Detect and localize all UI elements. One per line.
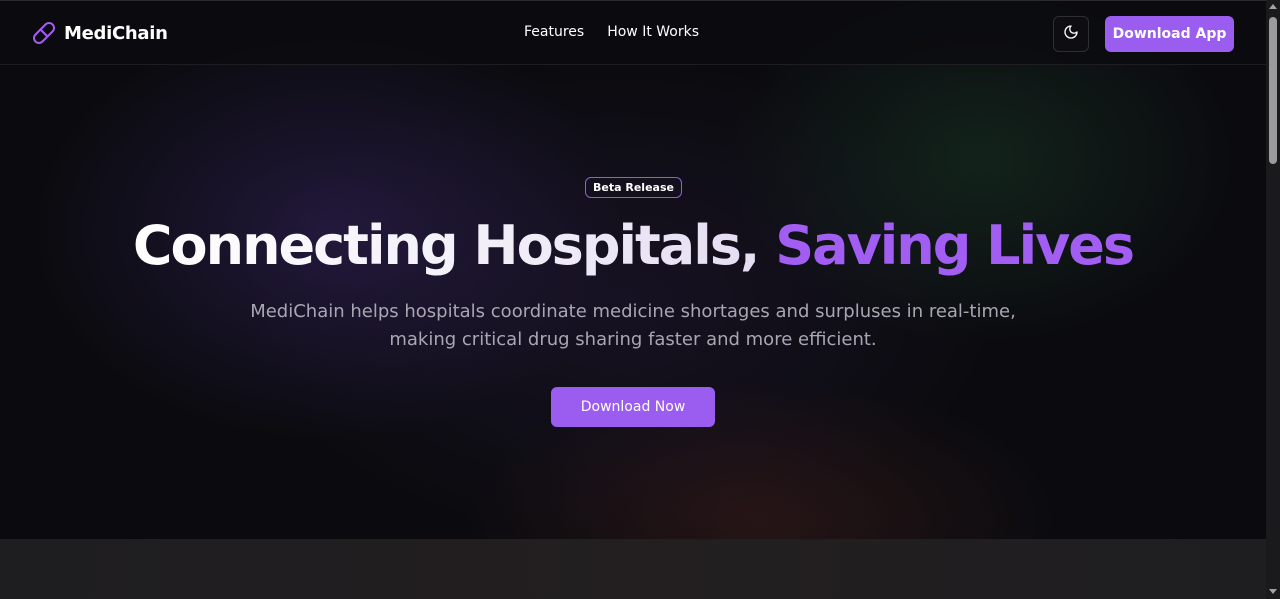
next-section	[0, 539, 1266, 599]
moon-icon	[1063, 24, 1079, 44]
headline-accent: Saving Lives	[775, 214, 1135, 277]
navbar: MediChain Features How It Works Download…	[0, 0, 1266, 65]
pill-icon	[32, 21, 56, 45]
brand-logo[interactable]: MediChain	[32, 21, 168, 45]
download-now-button[interactable]: Download Now	[551, 387, 715, 427]
theme-toggle-button[interactable]	[1053, 16, 1089, 52]
download-app-button[interactable]: Download App	[1105, 16, 1234, 52]
nav-link-how-it-works[interactable]: How It Works	[607, 24, 699, 40]
hero-headline: Connecting Hospitals, Saving Lives	[0, 208, 1266, 284]
scroll-down-icon[interactable]	[1269, 589, 1277, 594]
headline-primary: Connecting Hospitals,	[132, 214, 760, 277]
nav-links: Features How It Works	[524, 24, 699, 40]
brand-name: MediChain	[64, 22, 168, 44]
page-scrollbar[interactable]	[1266, 0, 1280, 599]
scroll-up-icon[interactable]	[1269, 4, 1277, 9]
page: MediChain Features How It Works Download…	[0, 0, 1280, 599]
nav-link-features[interactable]: Features	[524, 24, 584, 40]
hero-subtitle: MediChain helps hospitals coordinate med…	[250, 301, 1016, 350]
beta-badge: Beta Release	[585, 177, 682, 198]
scroll-thumb[interactable]	[1269, 17, 1277, 164]
main-content: MediChain Features How It Works Download…	[0, 0, 1266, 599]
